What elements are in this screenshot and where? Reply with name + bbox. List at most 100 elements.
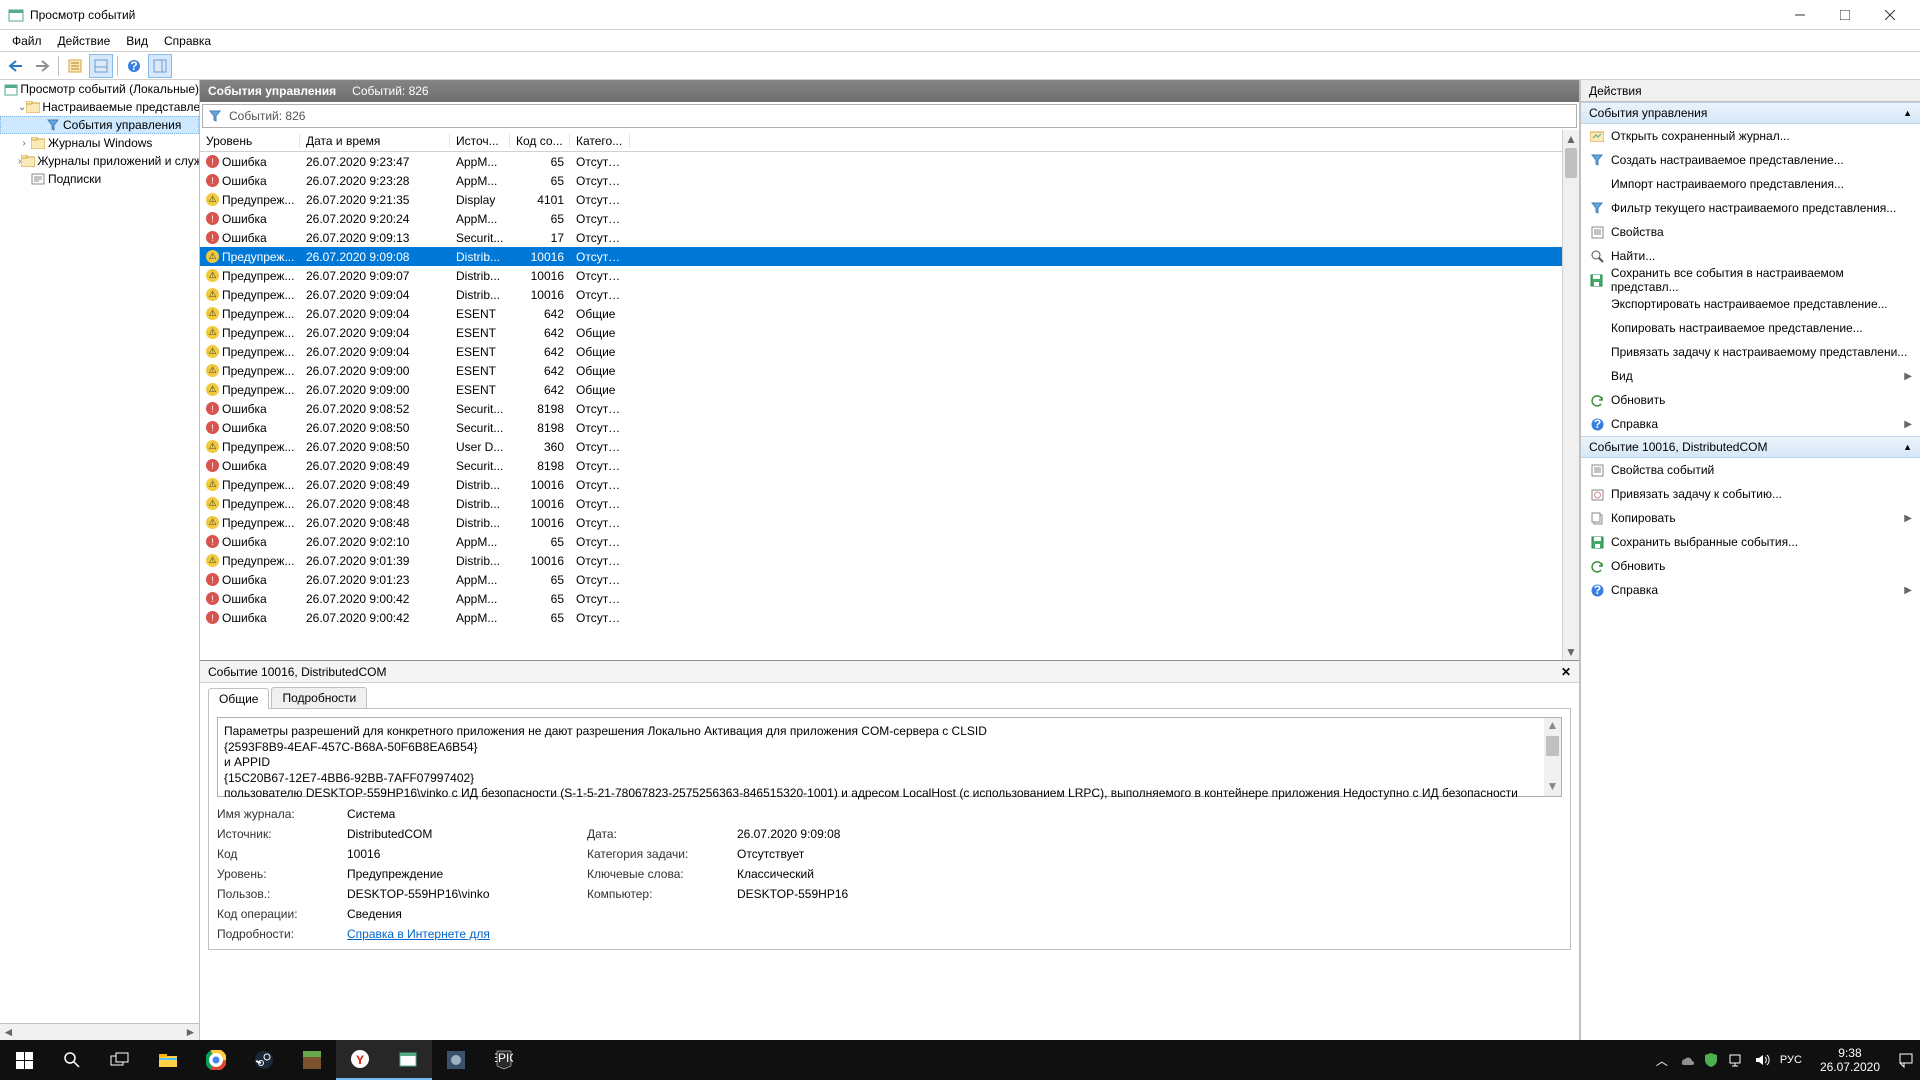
- tree-hscroll[interactable]: ◄►: [0, 1023, 199, 1040]
- event-row[interactable]: ⚠Предупреж...26.07.2020 9:09:04ESENT642О…: [200, 342, 1562, 361]
- tree-item[interactable]: События управления: [0, 116, 199, 134]
- tray-network-icon[interactable]: [1728, 1053, 1744, 1067]
- action-item[interactable]: Импорт настраиваемого представления...: [1581, 172, 1920, 196]
- tray-notifications-icon[interactable]: [1898, 1052, 1914, 1068]
- event-row[interactable]: ⚠Предупреж...26.07.2020 9:09:00ESENT642О…: [200, 380, 1562, 399]
- minimize-button[interactable]: [1777, 1, 1822, 29]
- event-row[interactable]: ⚠Предупреж...26.07.2020 9:08:50User D...…: [200, 437, 1562, 456]
- steam-icon[interactable]: [240, 1040, 288, 1080]
- event-row[interactable]: ⚠Предупреж...26.07.2020 9:08:48Distrib..…: [200, 513, 1562, 532]
- col-source[interactable]: Источ...: [450, 134, 510, 148]
- event-row[interactable]: !Ошибка26.07.2020 9:09:13Securit...17Отс…: [200, 228, 1562, 247]
- action-item[interactable]: Экспортировать настраиваемое представлен…: [1581, 292, 1920, 316]
- tray-chevron-icon[interactable]: ︿: [1656, 1052, 1668, 1069]
- refresh-icon: [1589, 392, 1605, 408]
- event-row[interactable]: ⚠Предупреж...26.07.2020 9:08:48Distrib..…: [200, 494, 1562, 513]
- menu-action[interactable]: Действие: [50, 32, 119, 50]
- event-row[interactable]: ⚠Предупреж...26.07.2020 9:08:49Distrib..…: [200, 475, 1562, 494]
- event-row[interactable]: ⚠Предупреж...26.07.2020 9:09:08Distrib..…: [200, 247, 1562, 266]
- event-row[interactable]: !Ошибка26.07.2020 9:08:50Securit...8198О…: [200, 418, 1562, 437]
- event-row[interactable]: ⚠Предупреж...26.07.2020 9:01:39Distrib..…: [200, 551, 1562, 570]
- col-level[interactable]: Уровень: [200, 134, 300, 148]
- explorer-icon[interactable]: [144, 1040, 192, 1080]
- maximize-button[interactable]: [1822, 1, 1867, 29]
- filter-count: Событий: 826: [229, 109, 305, 123]
- actions-pane-button[interactable]: [148, 54, 172, 78]
- yandex-icon[interactable]: Y: [336, 1040, 384, 1080]
- event-row[interactable]: !Ошибка26.07.2020 9:08:52Securit...8198О…: [200, 399, 1562, 418]
- help-link[interactable]: Справка в Интернете для: [347, 927, 490, 941]
- action-item[interactable]: Открыть сохраненный журнал...: [1581, 124, 1920, 148]
- tray-volume-icon[interactable]: [1754, 1053, 1770, 1067]
- start-button[interactable]: [0, 1040, 48, 1080]
- tree-item[interactable]: ›Журналы приложений и служб: [0, 152, 199, 170]
- minecraft-icon[interactable]: [288, 1040, 336, 1080]
- action-item[interactable]: Создать настраиваемое представление...: [1581, 148, 1920, 172]
- tab-details[interactable]: Подробности: [271, 687, 367, 708]
- grid-vscroll[interactable]: ▲ ▼: [1562, 130, 1579, 660]
- action-item[interactable]: Сохранить выбранные события...: [1581, 530, 1920, 554]
- action-item[interactable]: Найти...: [1581, 244, 1920, 268]
- event-row[interactable]: ⚠Предупреж...26.07.2020 9:09:00ESENT642О…: [200, 361, 1562, 380]
- event-row[interactable]: !Ошибка26.07.2020 9:00:42AppM...65Отсутс…: [200, 589, 1562, 608]
- action-item[interactable]: Вид▶: [1581, 364, 1920, 388]
- menu-file[interactable]: Файл: [4, 32, 50, 50]
- event-row[interactable]: !Ошибка26.07.2020 9:08:49Securit...8198О…: [200, 456, 1562, 475]
- nav-back-button[interactable]: [4, 54, 28, 78]
- taskview-button[interactable]: [96, 1040, 144, 1080]
- chrome-icon[interactable]: [192, 1040, 240, 1080]
- event-row[interactable]: ⚠Предупреж...26.07.2020 9:09:07Distrib..…: [200, 266, 1562, 285]
- tree-item[interactable]: Подписки: [0, 170, 199, 188]
- preview-button[interactable]: [89, 54, 113, 78]
- detail-close-button[interactable]: ✕: [1561, 665, 1571, 679]
- props-icon: [1589, 462, 1605, 478]
- event-row[interactable]: !Ошибка26.07.2020 9:23:47AppM...65Отсутс…: [200, 152, 1562, 171]
- collapse-icon[interactable]: ▲: [1903, 442, 1912, 452]
- event-row[interactable]: ⚠Предупреж...26.07.2020 9:21:35Display41…: [200, 190, 1562, 209]
- event-row[interactable]: !Ошибка26.07.2020 9:20:24AppM...65Отсутс…: [200, 209, 1562, 228]
- action-item[interactable]: ?Справка▶: [1581, 412, 1920, 436]
- refresh-icon: [1589, 558, 1605, 574]
- tray-clock[interactable]: 9:3826.07.2020: [1812, 1046, 1888, 1075]
- action-item[interactable]: Привязать задачу к событию...: [1581, 482, 1920, 506]
- menu-view[interactable]: Вид: [118, 32, 156, 50]
- close-button[interactable]: [1867, 1, 1912, 29]
- tray-onedrive-icon[interactable]: [1678, 1054, 1694, 1066]
- app-icon-1[interactable]: [432, 1040, 480, 1080]
- event-row[interactable]: !Ошибка26.07.2020 9:23:28AppM...65Отсутс…: [200, 171, 1562, 190]
- action-item[interactable]: Обновить: [1581, 554, 1920, 578]
- action-item[interactable]: Фильтр текущего настраиваемого представл…: [1581, 196, 1920, 220]
- event-row[interactable]: ⚠Предупреж...26.07.2020 9:09:04ESENT642О…: [200, 323, 1562, 342]
- event-row[interactable]: !Ошибка26.07.2020 9:00:42AppM...65Отсутс…: [200, 608, 1562, 627]
- search-button[interactable]: [48, 1040, 96, 1080]
- action-item[interactable]: Сохранить все события в настраиваемом пр…: [1581, 268, 1920, 292]
- action-item[interactable]: Привязать задачу к настраиваемому предст…: [1581, 340, 1920, 364]
- tray-shield-icon[interactable]: [1704, 1052, 1718, 1068]
- event-row[interactable]: !Ошибка26.07.2020 9:02:10AppM...65Отсутс…: [200, 532, 1562, 551]
- action-item[interactable]: Копировать▶: [1581, 506, 1920, 530]
- tray-lang[interactable]: РУС: [1780, 1054, 1802, 1066]
- tree-root[interactable]: Просмотр событий (Локальные): [0, 80, 199, 98]
- action-item[interactable]: Свойства: [1581, 220, 1920, 244]
- tree-item[interactable]: ›Журналы Windows: [0, 134, 199, 152]
- eventviewer-taskbar-icon[interactable]: [384, 1040, 432, 1080]
- nav-forward-button[interactable]: [30, 54, 54, 78]
- col-datetime[interactable]: Дата и время: [300, 134, 450, 148]
- col-category[interactable]: Катего...: [570, 134, 630, 148]
- action-item[interactable]: Обновить: [1581, 388, 1920, 412]
- epic-icon[interactable]: EPIC: [480, 1040, 528, 1080]
- action-item[interactable]: ?Справка▶: [1581, 578, 1920, 602]
- event-row[interactable]: ⚠Предупреж...26.07.2020 9:09:04ESENT642О…: [200, 304, 1562, 323]
- event-row[interactable]: !Ошибка26.07.2020 9:01:23AppM...65Отсутс…: [200, 570, 1562, 589]
- help-button[interactable]: ?: [122, 54, 146, 78]
- collapse-icon[interactable]: ▲: [1903, 108, 1912, 118]
- menu-help[interactable]: Справка: [156, 32, 219, 50]
- action-item[interactable]: Свойства событий: [1581, 458, 1920, 482]
- action-item[interactable]: Копировать настраиваемое представление..…: [1581, 316, 1920, 340]
- tab-general[interactable]: Общие: [208, 688, 269, 709]
- msg-vscroll[interactable]: ▲ ▼: [1544, 718, 1561, 796]
- show-tree-button[interactable]: [63, 54, 87, 78]
- tree-item[interactable]: ⌄Настраиваемые представления: [0, 98, 199, 116]
- col-eventid[interactable]: Код со...: [510, 134, 570, 148]
- event-row[interactable]: ⚠Предупреж...26.07.2020 9:09:04Distrib..…: [200, 285, 1562, 304]
